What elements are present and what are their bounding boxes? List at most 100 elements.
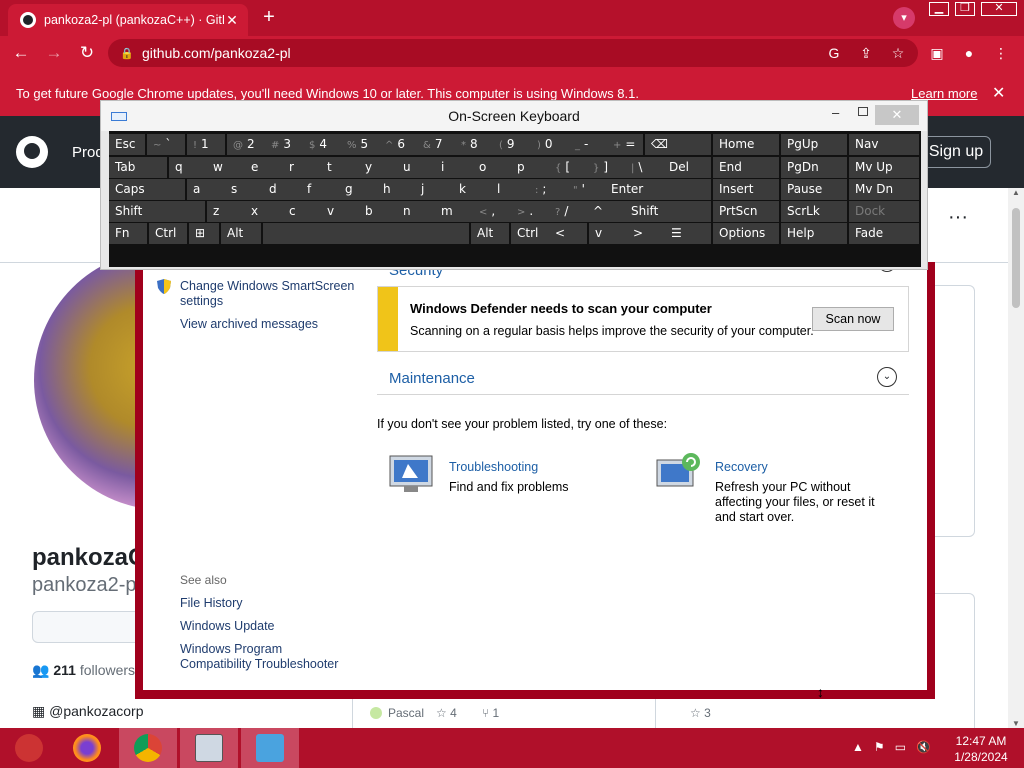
key-up-arrow[interactable]: ^ [587,201,625,222]
infobar-close-icon[interactable]: ✕ [992,83,1005,103]
key-h[interactable]: h [377,179,415,200]
page-scrollbar[interactable]: ▲ ▼ [1008,188,1024,728]
key-c[interactable]: c [283,201,321,222]
taskbar-clock[interactable]: 12:47 AM 1/28/2024 [948,733,1014,765]
key-a[interactable]: a [187,179,225,200]
file-history-link[interactable]: File History [180,596,243,610]
key-1[interactable]: ! 1 [187,134,225,155]
key-enter[interactable]: Enter [605,179,711,200]
pinned-repo-card[interactable] [935,285,975,537]
scan-now-button[interactable]: Scan now [812,307,894,331]
key-options[interactable]: Options [713,223,779,244]
taskbar-chrome[interactable] [119,728,177,768]
key-ctrl[interactable]: Ctrl [149,223,187,244]
key-space[interactable] [263,223,469,244]
product-menu[interactable]: Prod [72,144,104,161]
bookmark-star-icon[interactable]: ☆ [887,42,909,64]
key-insert[interactable]: Insert [713,179,779,200]
scroll-up-arrow-icon[interactable]: ▲ [1008,188,1024,197]
key-shift[interactable]: Shift [109,201,205,222]
key-symbol-9[interactable]: >. [511,201,549,222]
follow-button[interactable] [32,611,142,643]
google-lens-icon[interactable]: G [823,42,845,64]
key-y[interactable]: y [359,157,397,178]
key-k[interactable]: k [453,179,491,200]
key-help[interactable]: Help [781,223,847,244]
key-fade[interactable]: Fade [849,223,919,244]
key-esc[interactable]: Esc [109,134,145,155]
key-left-arrow[interactable]: < [549,223,587,244]
browser-tab[interactable]: pankoza2-pl (pankozaC++) · GitHub ✕ [8,4,248,36]
key-e[interactable]: e [245,157,283,178]
key-u[interactable]: u [397,157,435,178]
key-o[interactable]: o [473,157,511,178]
address-bar[interactable]: 🔒 github.com/pankoza2-pl [108,39,918,67]
key-4[interactable]: $4 [303,134,341,155]
key-0[interactable]: ) 0 [531,134,569,155]
key-q[interactable]: q [169,157,207,178]
key-s[interactable]: s [225,179,263,200]
side-panel-icon[interactable]: ▣ [926,42,948,64]
key-right-arrow[interactable]: > [627,223,665,244]
key-n[interactable]: n [397,201,435,222]
key-symbol-8[interactable]: <, [473,201,511,222]
key-9[interactable]: (9 [493,134,531,155]
view-archived-messages-link[interactable]: View archived messages [180,317,318,331]
key-j[interactable]: j [415,179,453,200]
taskbar-control-panel[interactable] [241,728,299,768]
maintenance-chevron-icon[interactable]: ⌄ [877,367,897,387]
chrome-menu-icon[interactable]: ⋮ [990,42,1012,64]
key-nav[interactable]: Nav [849,134,919,155]
taskbar-on-screen-keyboard[interactable] [180,728,238,768]
key-l[interactable]: l [491,179,529,200]
osk-title-bar[interactable]: On-Screen Keyboard – ✕ [101,101,927,131]
scroll-down-arrow-icon[interactable]: ▼ [1008,719,1024,728]
key-w[interactable]: w [207,157,245,178]
key-alt[interactable]: Alt [471,223,509,244]
key-symbol-11[interactable]: " ' [567,179,605,200]
tab-search-chevron-icon[interactable]: ▾ [893,7,915,29]
new-tab-button[interactable]: + [256,7,282,29]
key-mv-up[interactable]: Mv Up [849,157,919,178]
change-smartscreen-link[interactable]: Change Windows SmartScreen settings [180,279,360,309]
repo-forks[interactable]: ⑂ 1 [482,706,499,720]
reload-icon[interactable]: ↻ [76,42,98,64]
key-symbol-1[interactable]: ~ ` [147,134,185,155]
volume-muted-icon[interactable]: 🔇 [916,740,931,754]
key-x[interactable]: x [245,201,283,222]
back-arrow-icon[interactable]: ← [10,42,32,64]
osk-maximize-button[interactable] [858,107,868,116]
key-delete[interactable]: Del [663,157,711,178]
key-alt[interactable]: Alt [221,223,261,244]
repo-stars[interactable]: ☆ 4 [436,706,457,720]
profile-avatar-icon[interactable]: ● [958,42,980,64]
key-symbol-13[interactable]: + = [607,134,643,155]
forward-arrow-icon[interactable]: → [43,42,65,64]
more-options-icon[interactable]: ··· [948,206,968,229]
key-shift[interactable]: Shift [625,201,711,222]
key-home[interactable]: Home [713,134,779,155]
tab-close-icon[interactable]: ✕ [224,12,240,29]
key-dock[interactable]: Dock [849,201,919,222]
compatibility-troubleshooter-link[interactable]: Windows Program Compatibility Troublesho… [180,642,350,672]
key-m[interactable]: m [435,201,473,222]
share-icon[interactable]: ⇪ [855,42,877,64]
window-restore-button[interactable]: ❐ [955,2,975,16]
key-3[interactable]: #3 [265,134,303,155]
key-symbol-13[interactable]: | \ [625,157,663,178]
key-symbol-12[interactable]: _ - [569,134,607,155]
key-pgup[interactable]: PgUp [781,134,847,155]
osk-close-button[interactable]: ✕ [875,105,919,125]
repo-stars[interactable]: ☆ 3 [690,706,711,720]
sign-up-button[interactable]: Sign up [921,136,991,168]
key-down-arrow[interactable]: v [589,223,627,244]
taskbar-firefox[interactable] [58,728,116,768]
key-mv-dn[interactable]: Mv Dn [849,179,919,200]
key-b[interactable]: b [359,201,397,222]
key-backspace[interactable]: ⌫ [645,134,711,155]
key-pgdn[interactable]: PgDn [781,157,847,178]
key-symbol-12[interactable]: }] [587,157,625,178]
action-center-flag-icon[interactable]: ⚑ [874,740,885,754]
key-7[interactable]: & 7 [417,134,455,155]
key-5[interactable]: % 5 [341,134,379,155]
